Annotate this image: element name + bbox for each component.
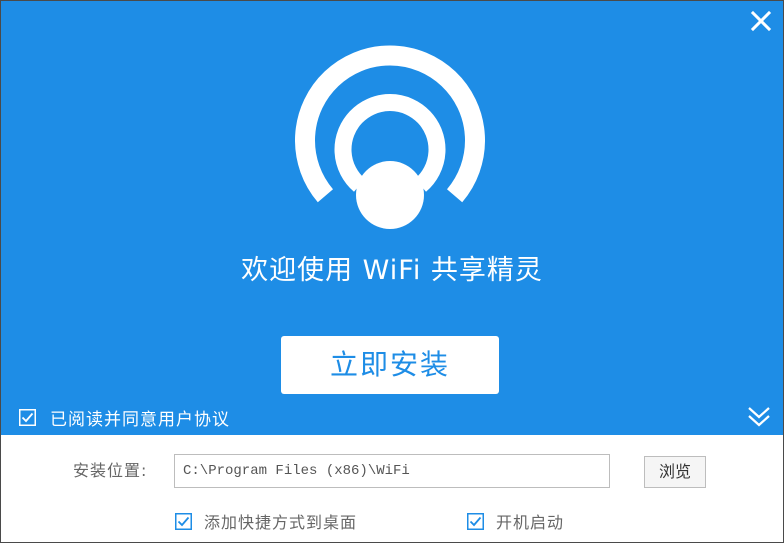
- checkbox-checked-icon[interactable]: [467, 512, 484, 530]
- startup-option[interactable]: 开机启动: [467, 509, 564, 533]
- install-location-label: 安装位置:: [73, 461, 148, 480]
- expand-options-button[interactable]: [745, 403, 773, 431]
- browse-button[interactable]: 浏览: [644, 456, 706, 488]
- options-panel: [1, 435, 783, 542]
- desktop-shortcut-option[interactable]: 添加快捷方式到桌面: [175, 509, 357, 533]
- welcome-title: 欢迎使用 WiFi 共享精灵: [241, 255, 543, 286]
- desktop-shortcut-label[interactable]: 添加快捷方式到桌面: [204, 509, 357, 533]
- install-path-input[interactable]: [174, 454, 610, 488]
- close-icon: [750, 10, 772, 32]
- agreement-checkbox-row[interactable]: 已阅读并同意用户协议: [19, 404, 230, 430]
- close-button[interactable]: [745, 5, 777, 37]
- agreement-label[interactable]: 已阅读并同意用户协议: [50, 405, 230, 430]
- install-now-button[interactable]: 立即安装: [281, 336, 499, 394]
- checkbox-checked-icon[interactable]: [19, 408, 36, 426]
- double-chevron-down-icon: [748, 407, 770, 427]
- installer-window: 欢迎使用 WiFi 共享精灵 立即安装 已阅读并同意用户协议 安装位置: 浏览 …: [0, 0, 784, 543]
- hero-panel: 欢迎使用 WiFi 共享精灵 立即安装 已阅读并同意用户协议: [1, 1, 783, 435]
- startup-label[interactable]: 开机启动: [496, 509, 564, 533]
- checkbox-checked-icon[interactable]: [175, 512, 192, 530]
- wifi-signal-icon: [295, 45, 485, 229]
